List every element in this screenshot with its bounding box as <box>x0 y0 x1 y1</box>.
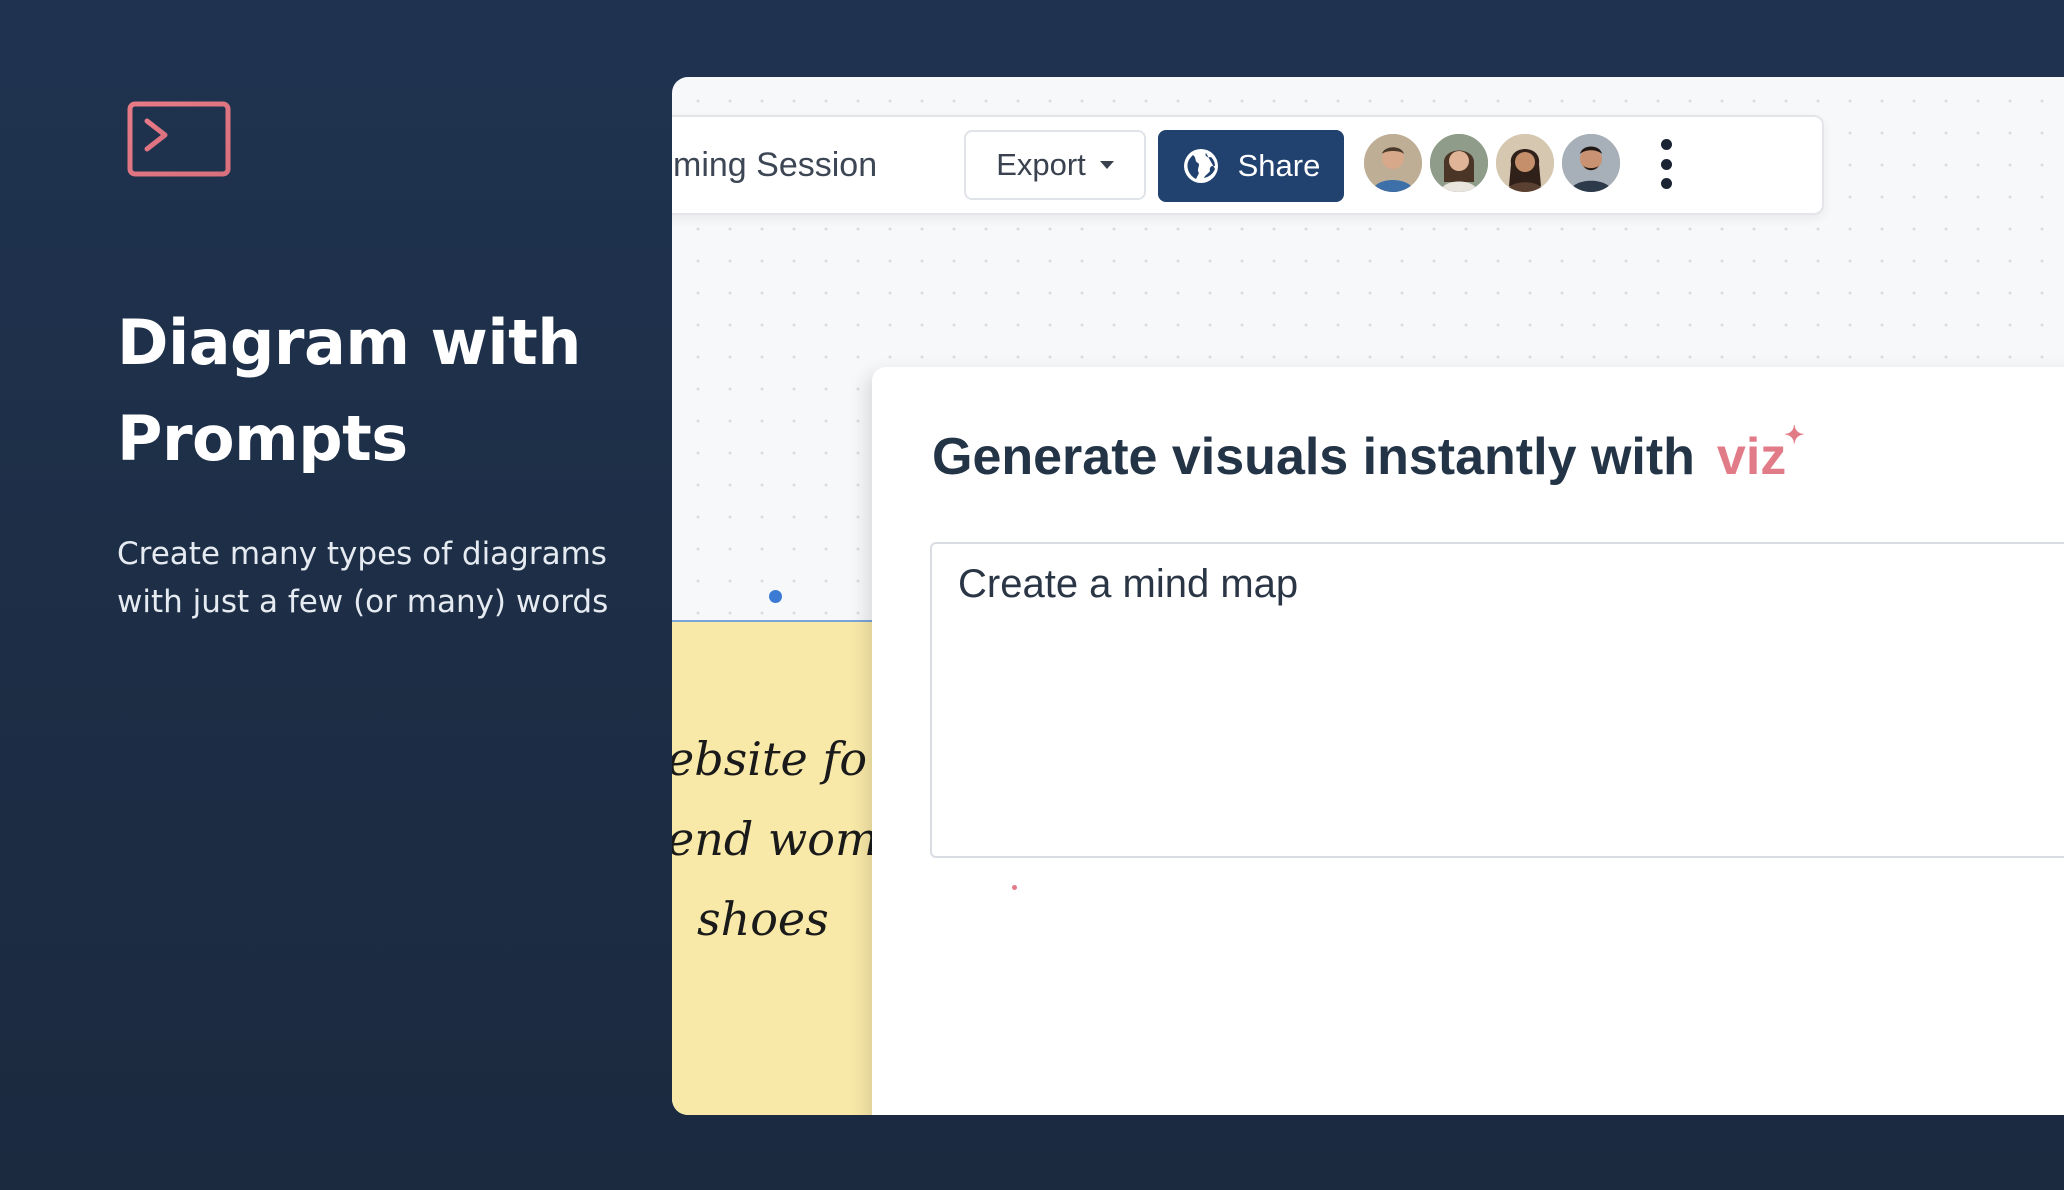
globe-icon <box>1183 149 1218 183</box>
sticky-note-line: shoes <box>697 892 829 946</box>
sparkle-icon: ✦ <box>1784 422 1805 449</box>
terminal-icon <box>127 101 231 177</box>
top-toolbar: ming Session Export Share <box>672 115 1824 215</box>
prompt-input[interactable]: Create a mind map <box>930 542 2064 858</box>
avatar[interactable] <box>1560 132 1622 194</box>
viz-logo: viz ✦ <box>1716 422 1804 487</box>
avatar[interactable] <box>1362 132 1424 194</box>
feature-title: Diagram with Prompts <box>117 306 581 475</box>
cursor-dot <box>1012 885 1017 890</box>
share-label: Share <box>1237 148 1321 183</box>
prompt-title: Generate visuals instantly with <box>932 428 1695 486</box>
prompt-heading: Generate visuals instantly with viz ✦ <box>932 422 1804 487</box>
app-screenshot: ming Session Export Share ebsite fo end … <box>672 77 2064 1115</box>
selection-handle[interactable] <box>769 590 782 603</box>
ai-prompt-panel: Generate visuals instantly with viz ✦ Cr… <box>872 367 2064 1115</box>
share-button[interactable]: Share <box>1158 130 1344 202</box>
collaborator-avatars <box>1362 132 1622 196</box>
export-button[interactable]: Export <box>964 130 1146 200</box>
sticky-note-line: end wom <box>672 812 879 866</box>
export-label: Export <box>996 147 1086 182</box>
feature-intro: Diagram with Prompts Create many types o… <box>0 0 650 1190</box>
feature-description: Create many types of diagrams with just … <box>117 536 609 620</box>
more-options-icon[interactable] <box>1654 139 1678 189</box>
session-title[interactable]: ming Session <box>673 117 877 213</box>
sticky-note-line: ebsite fo <box>672 732 868 786</box>
avatar[interactable] <box>1494 132 1556 194</box>
avatar[interactable] <box>1428 132 1490 194</box>
viz-logo-text: viz <box>1716 428 1787 486</box>
caret-down-icon <box>1099 161 1114 169</box>
